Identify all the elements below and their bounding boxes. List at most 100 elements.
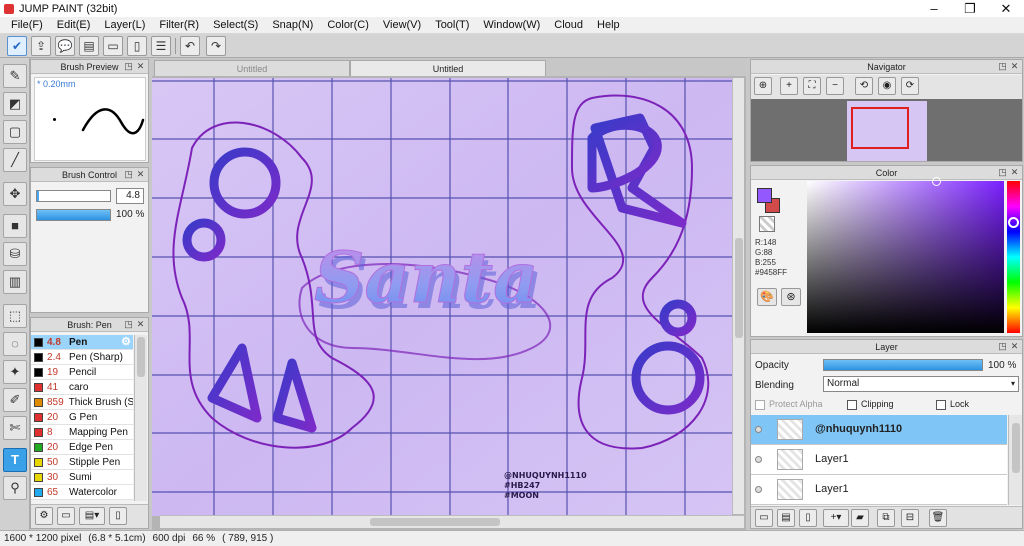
brush-size-field[interactable]: 4.8 — [116, 188, 144, 204]
palette-add-icon[interactable]: ⊛ — [781, 288, 801, 306]
float-icon[interactable]: ◳ — [123, 319, 134, 330]
layer-row[interactable]: @nhuquynh1110 ⚙ — [751, 415, 1007, 445]
rotate-right-icon[interactable]: ⟳ — [901, 77, 919, 95]
tab-untitled-1[interactable]: Untitled — [154, 60, 350, 76]
page-icon[interactable]: ▭ — [103, 36, 123, 56]
float-icon[interactable]: ◳ — [997, 167, 1008, 178]
sv-picker-cursor[interactable] — [932, 177, 941, 186]
menu-tool[interactable]: Tool(T) — [428, 17, 476, 34]
protect-alpha-option[interactable]: Protect Alpha — [755, 399, 823, 410]
lock-checkbox[interactable] — [936, 399, 946, 410]
visibility-icon[interactable] — [755, 456, 762, 463]
bucket-tool-icon[interactable]: ⛁ — [3, 242, 27, 266]
brush-item[interactable]: 50 Stipple Pen — [31, 455, 133, 470]
text-tool-icon[interactable]: T — [3, 448, 27, 472]
float-icon[interactable]: ◳ — [997, 341, 1008, 352]
restore-button[interactable]: ❐ — [952, 0, 988, 17]
rotate-left-icon[interactable]: ⟲ — [855, 77, 873, 95]
delete-layer-icon[interactable]: 🗑 — [929, 509, 947, 527]
navigator-viewport[interactable] — [851, 107, 909, 149]
select-rect-tool-icon[interactable]: ⬚ — [3, 304, 27, 328]
canvas-hscroll-thumb[interactable] — [370, 518, 500, 526]
new-1bit-layer-icon[interactable]: ▯ — [799, 509, 817, 527]
fill-rect-tool-icon[interactable]: ■ — [3, 214, 27, 238]
speech-icon[interactable]: 💬 — [55, 36, 75, 56]
brush-item[interactable]: 19 Pencil — [31, 365, 133, 380]
brush-item[interactable]: 20 Edge Pen — [31, 440, 133, 455]
menu-edit[interactable]: Edit(E) — [50, 17, 98, 34]
line-tool-icon[interactable]: ╱ — [3, 148, 27, 172]
close-button[interactable]: ✕ — [988, 0, 1024, 17]
merge-layer-icon[interactable]: ⊟ — [901, 509, 919, 527]
brush-size-slider[interactable] — [36, 190, 111, 202]
select-eraser-tool-icon[interactable]: ✄ — [3, 416, 27, 440]
menu-view[interactable]: View(V) — [376, 17, 428, 34]
visibility-icon[interactable] — [755, 486, 762, 493]
menu-filter[interactable]: Filter(R) — [152, 17, 206, 34]
menu-cloud[interactable]: Cloud — [547, 17, 590, 34]
eraser-tool-icon[interactable]: ◩ — [3, 92, 27, 116]
close-icon[interactable]: ✕ — [1009, 167, 1020, 178]
list-icon[interactable]: ☰ — [151, 36, 171, 56]
menu-snap[interactable]: Snap(N) — [265, 17, 320, 34]
hue-cursor[interactable] — [1008, 217, 1019, 228]
brush-settings-icon[interactable]: ⚙ — [35, 507, 53, 525]
brush-item[interactable]: 30 Sumi — [31, 470, 133, 485]
gear-icon[interactable]: ⚙ — [1006, 421, 1007, 438]
gear-icon[interactable]: ⚙ — [121, 335, 131, 348]
saturation-value-picker[interactable] — [807, 177, 1004, 333]
layer-scroll-thumb[interactable] — [1012, 423, 1020, 473]
close-icon[interactable]: ✕ — [1009, 341, 1020, 352]
zoom-out-icon[interactable]: − — [826, 77, 844, 95]
canvas-horizontal-scrollbar[interactable] — [160, 515, 744, 528]
canvas-vertical-scrollbar[interactable] — [732, 78, 744, 514]
close-icon[interactable]: ✕ — [135, 169, 146, 180]
close-icon[interactable]: ✕ — [1009, 61, 1020, 72]
main-color-swatch[interactable] — [757, 188, 772, 203]
undo-icon[interactable]: ↶ — [180, 36, 200, 56]
zoom-fit-icon[interactable]: ⊕ — [754, 77, 772, 95]
protect-alpha-checkbox[interactable] — [755, 399, 765, 410]
brush-menu-icon[interactable]: ▤▾ — [79, 507, 105, 525]
navigator-view[interactable] — [751, 99, 1022, 161]
gradient-tool-icon[interactable]: ▥ — [3, 270, 27, 294]
menu-layer[interactable]: Layer(L) — [97, 17, 152, 34]
brush-item[interactable]: 859 Thick Brush (S — [31, 395, 133, 410]
delete-brush-icon[interactable]: ▯ — [109, 507, 127, 525]
brush-list-scroll-thumb[interactable] — [137, 337, 145, 377]
tab-untitled-2[interactable]: Untitled — [350, 60, 546, 76]
layer-row[interactable]: Layer1 — [751, 475, 1007, 505]
brush-item[interactable]: 20 G Pen — [31, 410, 133, 425]
menu-color[interactable]: Color(C) — [320, 17, 376, 34]
float-icon[interactable]: ◳ — [123, 169, 134, 180]
select-pen-tool-icon[interactable]: ✐ — [3, 388, 27, 412]
menu-file[interactable]: File(F) — [4, 17, 50, 34]
move-tool-icon[interactable]: ✥ — [3, 182, 27, 206]
hue-slider[interactable] — [1007, 181, 1020, 333]
layer-row[interactable]: Layer1 — [751, 445, 1007, 475]
brush-item[interactable]: 4.8 Pen ⚙ — [31, 335, 133, 350]
close-icon[interactable]: ✕ — [135, 319, 146, 330]
brush-item[interactable]: 8 Mapping Pen — [31, 425, 133, 440]
clipping-option[interactable]: Clipping — [847, 399, 894, 410]
brush-list-scrollbar[interactable] — [134, 335, 147, 501]
check-circle-icon[interactable]: ✔ — [7, 36, 27, 56]
eyedropper-tool-icon[interactable]: ⚲ — [3, 476, 27, 500]
duplicate-layer-icon[interactable]: ⧉ — [877, 509, 895, 527]
layer-list-scrollbar[interactable] — [1008, 415, 1022, 505]
brush-item[interactable]: 2.4 Pen (Sharp) — [31, 350, 133, 365]
redo-icon[interactable]: ↷ — [206, 36, 226, 56]
new-layer-icon[interactable]: ▭ — [755, 509, 773, 527]
rotate-reset-icon[interactable]: ◉ — [878, 77, 896, 95]
menu-window[interactable]: Window(W) — [476, 17, 547, 34]
share-icon[interactable]: ⇪ — [31, 36, 51, 56]
transparent-color-swatch[interactable] — [759, 216, 775, 232]
clipping-checkbox[interactable] — [847, 399, 857, 410]
float-icon[interactable]: ◳ — [123, 61, 134, 72]
minimize-button[interactable]: – — [916, 0, 952, 17]
magic-wand-tool-icon[interactable]: ✦ — [3, 360, 27, 384]
brush-opacity-slider[interactable] — [36, 209, 111, 221]
lock-option[interactable]: Lock — [936, 399, 969, 410]
visibility-icon[interactable] — [755, 426, 762, 433]
drawing-canvas[interactable]: Santa Santa @NHUQUYNH1110 #HB247 #MOON — [152, 78, 732, 516]
